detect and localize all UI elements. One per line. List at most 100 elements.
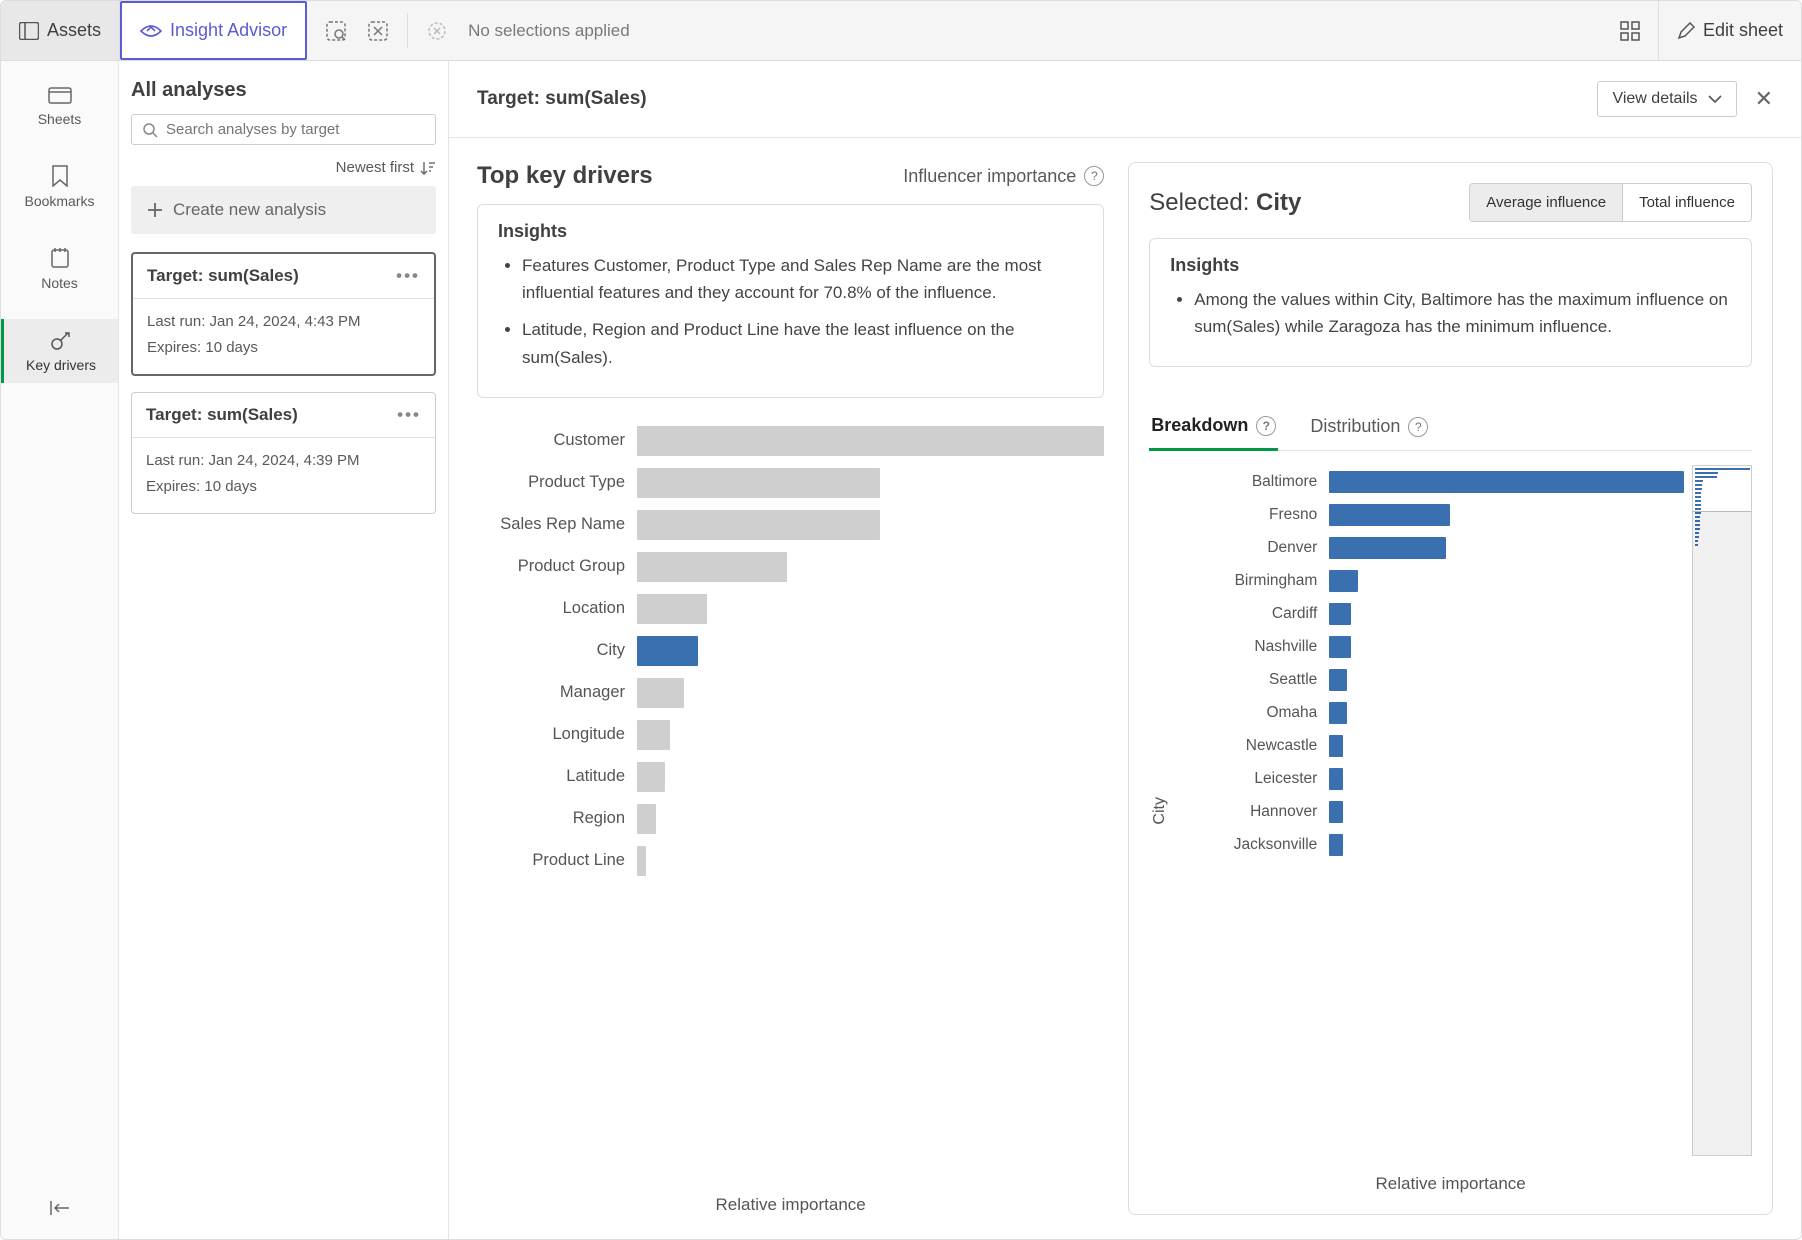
bookmark-icon bbox=[51, 165, 69, 187]
sheet-icon bbox=[48, 85, 72, 105]
bar bbox=[1329, 570, 1357, 592]
bar-label: Newcastle bbox=[1179, 737, 1329, 755]
bar-label: Manager bbox=[477, 683, 637, 702]
bar-label: Location bbox=[477, 599, 637, 618]
bar bbox=[1329, 471, 1684, 493]
edit-sheet-button[interactable]: Edit sheet bbox=[1659, 1, 1801, 60]
chart-row[interactable]: Latitude bbox=[477, 756, 1104, 798]
bar-label: Customer bbox=[477, 431, 637, 450]
minimap[interactable] bbox=[1692, 465, 1752, 1156]
tab-distribution[interactable]: Distribution ? bbox=[1308, 407, 1430, 450]
bar bbox=[637, 426, 1104, 456]
breakdown-chart[interactable]: City BaltimoreFresnoDenverBirminghamCard… bbox=[1149, 465, 1752, 1194]
search-input[interactable] bbox=[166, 121, 425, 138]
chart-row[interactable]: Jacksonville bbox=[1179, 828, 1684, 861]
bar bbox=[637, 636, 698, 666]
help-icon[interactable]: ? bbox=[1408, 417, 1428, 437]
chart-row[interactable]: City bbox=[477, 630, 1104, 672]
avg-influence-button[interactable]: Average influence bbox=[1470, 184, 1622, 221]
chart-row[interactable]: Newcastle bbox=[1179, 729, 1684, 762]
rail-bookmarks[interactable]: Bookmarks bbox=[1, 155, 118, 219]
lasso-tool-icon[interactable] bbox=[367, 20, 389, 42]
chart-row[interactable]: Cardiff bbox=[1179, 597, 1684, 630]
analysis-card[interactable]: Target: sum(Sales) ••• Last run: Jan 24,… bbox=[131, 252, 436, 376]
rail-notes[interactable]: Notes bbox=[1, 237, 118, 301]
chart-row[interactable]: Birmingham bbox=[1179, 564, 1684, 597]
bar bbox=[1329, 801, 1343, 823]
notes-icon bbox=[50, 247, 70, 269]
bar-label: Denver bbox=[1179, 539, 1329, 557]
key-drivers-chart[interactable]: CustomerProduct TypeSales Rep NameProduc… bbox=[477, 420, 1104, 1215]
chart-row[interactable]: Sales Rep Name bbox=[477, 504, 1104, 546]
bar bbox=[1329, 735, 1343, 757]
chart-row[interactable]: Omaha bbox=[1179, 696, 1684, 729]
clear-selection-icon[interactable] bbox=[426, 20, 448, 42]
bar-label: Longitude bbox=[477, 725, 637, 744]
bar bbox=[637, 552, 787, 582]
bar bbox=[1329, 504, 1450, 526]
assets-button[interactable]: Assets bbox=[1, 1, 120, 60]
rail-key-drivers[interactable]: Key drivers bbox=[1, 319, 118, 383]
analysis-card[interactable]: Target: sum(Sales) ••• Last run: Jan 24,… bbox=[131, 392, 436, 514]
analysis-last-run: Last run: Jan 24, 2024, 4:39 PM bbox=[146, 448, 421, 474]
bar-label: Product Line bbox=[477, 851, 637, 870]
analyses-title: All analyses bbox=[131, 79, 436, 102]
bar bbox=[1329, 603, 1350, 625]
bar-label: City bbox=[477, 641, 637, 660]
key-drivers-pane: Top key drivers Influencer importance ? … bbox=[477, 162, 1104, 1215]
sort-icon bbox=[420, 160, 436, 176]
collapse-rail-button[interactable] bbox=[49, 1200, 71, 1219]
bar-label: Birmingham bbox=[1179, 572, 1329, 590]
chart-row[interactable]: Baltimore bbox=[1179, 465, 1684, 498]
bar-label: Latitude bbox=[477, 767, 637, 786]
insight-advisor-label: Insight Advisor bbox=[170, 20, 287, 41]
bar bbox=[637, 510, 880, 540]
chart-row[interactable]: Denver bbox=[1179, 531, 1684, 564]
chart-row[interactable]: Product Line bbox=[477, 840, 1104, 882]
selection-tool-icon[interactable] bbox=[325, 20, 347, 42]
chart-row[interactable]: Longitude bbox=[477, 714, 1104, 756]
assets-label: Assets bbox=[47, 20, 101, 41]
create-analysis-button[interactable]: Create new analysis bbox=[131, 186, 436, 234]
bar bbox=[637, 762, 665, 792]
help-icon[interactable]: ? bbox=[1256, 416, 1276, 436]
bar bbox=[637, 720, 670, 750]
top-toolbar: Assets Insight Advisor No selections app… bbox=[1, 1, 1801, 61]
bar-label: Baltimore bbox=[1179, 473, 1329, 491]
rail-sheets[interactable]: Sheets bbox=[1, 75, 118, 137]
target-heading: Target: sum(Sales) bbox=[477, 88, 647, 110]
analysis-card-title: Target: sum(Sales) bbox=[147, 266, 299, 286]
influencer-importance-label: Influencer importance bbox=[903, 166, 1076, 187]
chart-row[interactable]: Region bbox=[477, 798, 1104, 840]
analysis-expires: Expires: 10 days bbox=[147, 335, 420, 361]
sort-button[interactable]: Newest first bbox=[131, 159, 436, 176]
chart-row[interactable]: Location bbox=[477, 588, 1104, 630]
chart-row[interactable]: Hannover bbox=[1179, 795, 1684, 828]
help-icon[interactable]: ? bbox=[1084, 166, 1104, 186]
view-details-button[interactable]: View details bbox=[1597, 81, 1736, 117]
chart-row[interactable]: Seattle bbox=[1179, 663, 1684, 696]
chart-row[interactable]: Fresno bbox=[1179, 498, 1684, 531]
bar bbox=[637, 846, 646, 876]
card-more-button[interactable]: ••• bbox=[396, 266, 420, 286]
chart-row[interactable]: Product Type bbox=[477, 462, 1104, 504]
analysis-card-title: Target: sum(Sales) bbox=[146, 405, 298, 425]
chart-row[interactable]: Product Group bbox=[477, 546, 1104, 588]
chart-row[interactable]: Nashville bbox=[1179, 630, 1684, 663]
insights-box: Insights Among the values within City, B… bbox=[1149, 238, 1752, 367]
insight-advisor-button[interactable]: Insight Advisor bbox=[120, 1, 307, 60]
key-drivers-icon bbox=[50, 329, 72, 351]
pencil-icon bbox=[1677, 22, 1695, 40]
selected-pane: Selected: City Average influence Total i… bbox=[1128, 162, 1773, 1215]
close-button[interactable]: ✕ bbox=[1755, 86, 1773, 112]
card-more-button[interactable]: ••• bbox=[397, 405, 421, 425]
chart-row[interactable]: Manager bbox=[477, 672, 1104, 714]
x-axis-label: Relative importance bbox=[1149, 1174, 1752, 1194]
chart-row[interactable]: Customer bbox=[477, 420, 1104, 462]
chart-row[interactable]: Leicester bbox=[1179, 762, 1684, 795]
total-influence-button[interactable]: Total influence bbox=[1622, 184, 1751, 221]
tab-breakdown[interactable]: Breakdown ? bbox=[1149, 407, 1278, 451]
plus-icon bbox=[147, 202, 163, 218]
grid-view-button[interactable] bbox=[1602, 1, 1659, 60]
search-analyses[interactable] bbox=[131, 114, 436, 145]
